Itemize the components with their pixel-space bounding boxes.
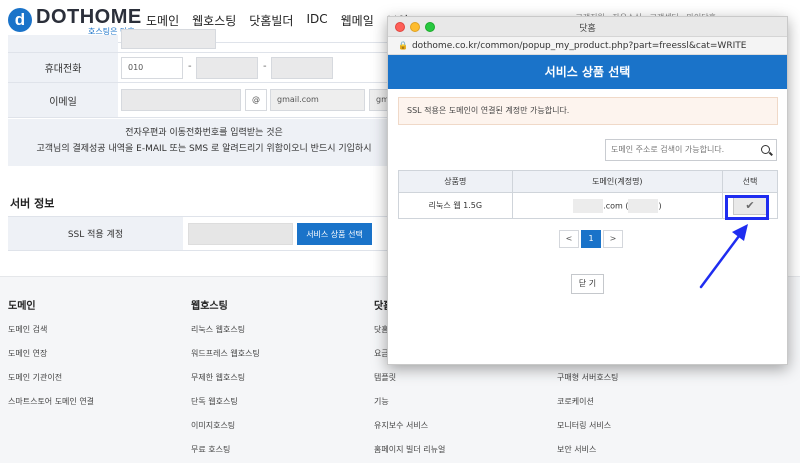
logo-mark-icon: d: [8, 8, 32, 32]
nav-item-webhosting[interactable]: 웹호스팅: [192, 12, 236, 29]
notice-line-2: 고객님의 결제성공 내역을 E-MAIL 또는 SMS 로 알려드리기 위함이오…: [36, 144, 372, 154]
lock-icon: 🔒: [398, 41, 408, 50]
email-label: 이메일: [8, 83, 118, 117]
hidden-input[interactable]: [121, 29, 216, 49]
nav-item-builder[interactable]: 닷홈빌더: [249, 12, 293, 29]
page-1-button[interactable]: 1: [581, 230, 601, 248]
footer-col-head: 도메인: [8, 301, 36, 312]
footer-col-head: 웹호스팅: [191, 301, 228, 312]
account-suffix: ): [658, 201, 662, 210]
account-mask: [628, 198, 659, 213]
popup-titlebar: 닷홈: [388, 17, 787, 37]
col-header-domain: 도메인(계정명): [511, 170, 724, 193]
email-at-sign: @: [245, 89, 267, 111]
footer-link[interactable]: 기능: [374, 396, 389, 407]
domain-mask: [573, 198, 604, 213]
table-header-row: 상품명 도메인(계정명) 선택: [398, 170, 778, 193]
select-check-button[interactable]: ✔: [733, 196, 768, 215]
footer-link[interactable]: 무료 호스팅: [191, 444, 230, 455]
email-domain-input[interactable]: gmail.com: [270, 89, 365, 111]
main-nav: 도메인 웹호스팅 닷홈빌더 IDC 웹메일 보안: [146, 12, 422, 29]
close-button[interactable]: 닫 기: [571, 274, 604, 294]
next-page-button[interactable]: >: [603, 230, 623, 248]
footer-link[interactable]: 도메인 기관이전: [8, 372, 62, 383]
mobile-middle-input[interactable]: [196, 57, 258, 79]
form-row-hidden-label: [8, 35, 118, 52]
domain-suffix: .com (: [603, 201, 629, 210]
mobile-label: 휴대전화: [8, 53, 118, 82]
footer-link[interactable]: 유지보수 서비스: [374, 420, 428, 431]
checkmark-icon: ✔: [745, 198, 755, 212]
nav-item-idc[interactable]: IDC: [306, 12, 327, 29]
footer-link[interactable]: 단독 웹호스팅: [191, 396, 238, 407]
footer-link[interactable]: 코로케이션: [557, 396, 594, 407]
search-placeholder: 도메인 주소로 검색이 가능합니다.: [611, 145, 725, 154]
email-id-input[interactable]: [121, 89, 241, 111]
footer-link[interactable]: 구매형 서버호스팅: [557, 372, 618, 383]
footer-link[interactable]: 홈페이지 빌더 리뉴얼: [374, 444, 445, 455]
order-form: 휴대전화 010 - - 이메일 @ gmail.com gmail 전자우편과…: [8, 29, 400, 166]
nav-item-webmail[interactable]: 웹메일: [341, 12, 374, 29]
product-table: 상품명 도메인(계정명) 선택 리눅스 웹 1.5G .com () ✔: [398, 170, 778, 219]
form-row-email: 이메일 @ gmail.com gmail: [8, 83, 400, 118]
table-row: 리눅스 웹 1.5G .com () ✔: [398, 192, 778, 219]
footer-link[interactable]: 도메인 검색: [8, 324, 47, 335]
search-icon[interactable]: [761, 145, 770, 154]
domain-cell: .com (): [511, 192, 724, 219]
product-name-cell: 리눅스 웹 1.5G: [398, 192, 513, 219]
domain-search-input[interactable]: 도메인 주소로 검색이 가능합니다.: [605, 139, 777, 161]
window-title: 닷홈: [579, 24, 596, 34]
mobile-last-input[interactable]: [271, 57, 333, 79]
form-row-hidden: [8, 29, 400, 53]
col-header-product: 상품명: [398, 170, 513, 193]
col-header-select: 선택: [722, 170, 778, 193]
footer-link[interactable]: 이미지호스팅: [191, 420, 235, 431]
ssl-alert: SSL 적용은 도메인이 연결된 계정만 가능합니다.: [398, 97, 778, 125]
ssl-account-field: [188, 223, 293, 245]
mobile-prefix-select[interactable]: 010: [121, 57, 183, 79]
service-select-popup: 닷홈 🔒 dothome.co.kr/common/popup_my_produc…: [387, 16, 788, 365]
footer-link[interactable]: 무제한 웹호스팅: [191, 372, 245, 383]
ssl-account-label: SSL 적용 계정: [8, 217, 183, 250]
footer-link[interactable]: 모니터링 서비스: [557, 420, 611, 431]
service-select-button[interactable]: 서비스 상품 선택: [297, 223, 372, 245]
footer-link[interactable]: 워드프레스 웹호스팅: [191, 348, 260, 359]
footer-link[interactable]: 리눅스 웹호스팅: [191, 324, 245, 335]
url-bar[interactable]: 🔒 dothome.co.kr/common/popup_my_product.p…: [388, 37, 787, 55]
form-row-mobile: 휴대전화 010 - -: [8, 53, 400, 83]
server-info-title: 서버 정보: [10, 197, 55, 210]
logo-text: DOTHOME: [36, 6, 142, 28]
popup-header: 서비스 상품 선택: [388, 55, 787, 89]
ssl-account-row: SSL 적용 계정 서비스 상품 선택: [8, 216, 400, 251]
nav-item-domain[interactable]: 도메인: [146, 12, 179, 29]
notice-line-1: 전자우편과 이동전화번호를 입력받는 것은: [125, 128, 283, 138]
select-cell: ✔: [722, 192, 778, 219]
contact-notice: 전자우편과 이동전화번호를 입력받는 것은 고객님의 결제성공 내역을 E-MA…: [8, 119, 400, 166]
pagination: < 1 >: [559, 230, 625, 248]
footer-link[interactable]: 스마트스토어 도메인 연결: [8, 396, 94, 407]
prev-page-button[interactable]: <: [559, 230, 579, 248]
mobile-dash-2: -: [263, 61, 267, 72]
url-text: dothome.co.kr/common/popup_my_product.ph…: [411, 41, 747, 51]
footer-link[interactable]: 템플릿: [374, 372, 396, 383]
footer-link[interactable]: 도메인 연장: [8, 348, 47, 359]
footer-link[interactable]: 보안 서비스: [557, 444, 596, 455]
mobile-dash-1: -: [188, 61, 192, 72]
